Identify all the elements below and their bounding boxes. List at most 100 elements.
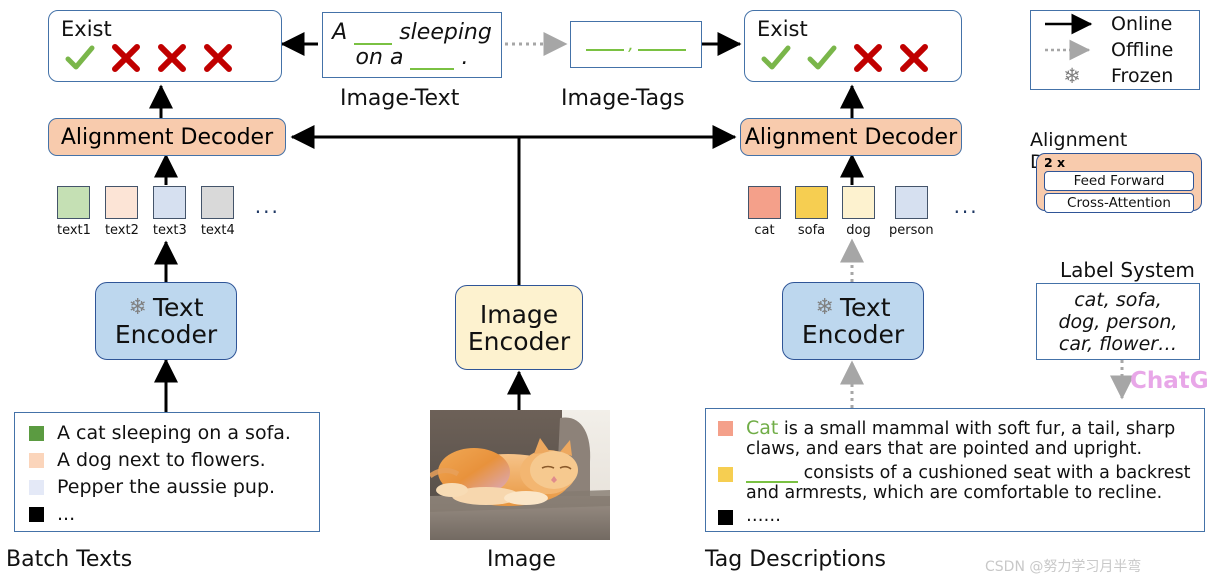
left-exist-marks <box>49 41 235 79</box>
image-tags-separator: , <box>628 34 634 55</box>
snowflake-icon: ❄ <box>1063 63 1081 88</box>
label-system-line1: cat, sofa, <box>1074 288 1162 311</box>
tag-embedding-item: person <box>889 186 934 238</box>
text-embedding-item: text2 <box>105 186 139 238</box>
label-system-title: Label System <box>1060 258 1195 282</box>
left-alignment-decoder-label: Alignment Decoder <box>60 124 274 150</box>
right-text-encoder-word2: Encoder <box>801 320 905 349</box>
tag-description-swatch <box>718 421 733 436</box>
cross-attention-layer: Cross-Attention <box>1044 192 1194 213</box>
batch-text-label: A cat sleeping on a sofa. <box>57 422 291 444</box>
legend-box: Online Offline ❄ Frozen <box>1030 10 1200 90</box>
watermark: CSDN @努力学习月半弯 <box>985 559 1142 575</box>
tag-description-body: consists of a cushioned seat with a back… <box>746 462 1191 503</box>
batch-texts-box: A cat sleeping on a sofa. A dog next to … <box>14 412 320 532</box>
text-embeddings-ellipsis: ... <box>254 194 280 218</box>
cross-icon <box>201 41 235 75</box>
legend-label: Frozen <box>1111 65 1174 87</box>
left-text-encoder[interactable]: ❄ Text Encoder <box>95 282 237 360</box>
tag-description-swatch <box>718 466 733 482</box>
text-embeddings: text1 text2 text3 text4 ... <box>57 186 280 238</box>
text-embedding-item: text3 <box>153 186 187 238</box>
tag-description-text: Cat is a small mammal with soft fur, a t… <box>746 417 1192 460</box>
text-embedding-item: text1 <box>57 186 91 238</box>
text-embedding-swatch <box>105 186 139 219</box>
label-system-line2: dog, person, <box>1058 310 1178 333</box>
tag-embedding-swatch <box>842 186 875 219</box>
right-alignment-decoder-label: Alignment Decoder <box>744 124 958 150</box>
alignment-decoder-repeat: 2 x <box>1044 155 1066 170</box>
tag-embedding-item: dog <box>842 186 875 238</box>
tag-description-text: …… <box>746 506 781 527</box>
feed-forward-layer: Feed Forward <box>1044 170 1194 191</box>
image-text-box: A sleeping on a . <box>322 12 502 78</box>
tag-embeddings-ellipsis: ... <box>953 194 979 218</box>
image-caption: Image <box>487 547 556 572</box>
right-alignment-decoder[interactable]: Alignment Decoder <box>740 118 962 156</box>
batch-text-swatch <box>29 426 44 441</box>
right-exist-box: Exist <box>744 10 962 82</box>
blank-slot <box>586 39 625 51</box>
right-text-encoder[interactable]: ❄ Text Encoder <box>782 282 924 360</box>
cross-icon <box>897 41 931 75</box>
batch-text-swatch <box>29 507 44 523</box>
image-text-line-2: on a . <box>356 45 468 70</box>
list-item: A cat sleeping on a sofa. <box>29 422 305 444</box>
check-icon <box>805 41 839 75</box>
tag-descriptions-caption: Tag Descriptions <box>705 547 886 572</box>
tag-embedding-item: sofa <box>795 186 828 238</box>
text-embedding-swatch <box>57 186 91 219</box>
batch-texts-caption: Batch Texts <box>6 547 133 572</box>
blank-slot <box>410 54 455 70</box>
legend-label: Offline <box>1111 39 1174 61</box>
image-encoder[interactable]: Image Encoder <box>455 285 583 370</box>
left-alignment-decoder[interactable]: Alignment Decoder <box>48 118 286 156</box>
text-embedding-label: text1 <box>57 223 91 238</box>
left-text-encoder-line1: ❄ Text <box>129 294 204 321</box>
tag-embedding-label: cat <box>754 223 775 238</box>
cross-icon <box>109 41 143 75</box>
list-item: consists of a cushioned seat with a back… <box>718 463 1192 504</box>
tag-description-text: consists of a cushioned seat with a back… <box>746 463 1192 504</box>
legend-item-offline: Offline <box>1043 37 1173 63</box>
tag-embedding-swatch <box>748 186 781 219</box>
label-system-line3: car, flower… <box>1058 332 1178 355</box>
list-item: Pepper the aussie pup. <box>29 476 305 498</box>
legend-label: Online <box>1111 13 1173 35</box>
text-embedding-swatch <box>201 186 235 219</box>
image-tags-content: , <box>586 34 686 55</box>
tag-embedding-item: cat <box>748 186 781 238</box>
tag-embedding-label: sofa <box>797 223 826 238</box>
list-item: ... <box>29 503 305 525</box>
cat-photo <box>430 410 610 540</box>
tag-embeddings: cat sofa dog person ... <box>748 186 979 238</box>
tag-embedding-swatch <box>894 186 928 219</box>
image-text-caption: Image-Text <box>340 86 460 111</box>
right-exist-marks <box>745 41 931 79</box>
image-panel <box>430 410 610 540</box>
label-system-box: cat, sofa, dog, person, car, flower… <box>1036 283 1200 360</box>
text-embedding-item: text4 <box>201 186 235 238</box>
batch-text-swatch <box>29 480 44 496</box>
tag-description-swatch <box>718 510 733 526</box>
snowflake-icon: ❄ <box>128 294 147 320</box>
blank-slot <box>746 469 798 483</box>
batch-text-label: Pepper the aussie pup. <box>57 476 276 499</box>
alignment-decoder-detail-box: 2 x Feed Forward Cross-Attention <box>1036 153 1202 213</box>
check-icon <box>759 41 793 75</box>
list-item: A dog next to flowers. <box>29 449 305 471</box>
image-text-a: A <box>332 20 348 45</box>
chatgpt-label: ChatGPT <box>1130 368 1210 394</box>
legend-item-frozen: ❄ Frozen <box>1043 63 1173 89</box>
tag-embedding-label: dog <box>846 223 871 238</box>
snowflake-icon: ❄ <box>815 294 834 320</box>
text-embedding-swatch <box>153 186 187 219</box>
blank-slot <box>354 29 393 45</box>
blank-slot <box>637 39 686 51</box>
batch-text-label: ... <box>57 503 76 526</box>
image-text-sleeping: sleeping <box>399 20 492 45</box>
batch-text-label: A dog next to flowers. <box>57 449 266 472</box>
image-tags-caption: Image-Tags <box>561 86 685 111</box>
image-encoder-word2: Encoder <box>467 326 571 356</box>
tag-description-body: is a small mammal with soft fur, a tail,… <box>746 419 1176 460</box>
